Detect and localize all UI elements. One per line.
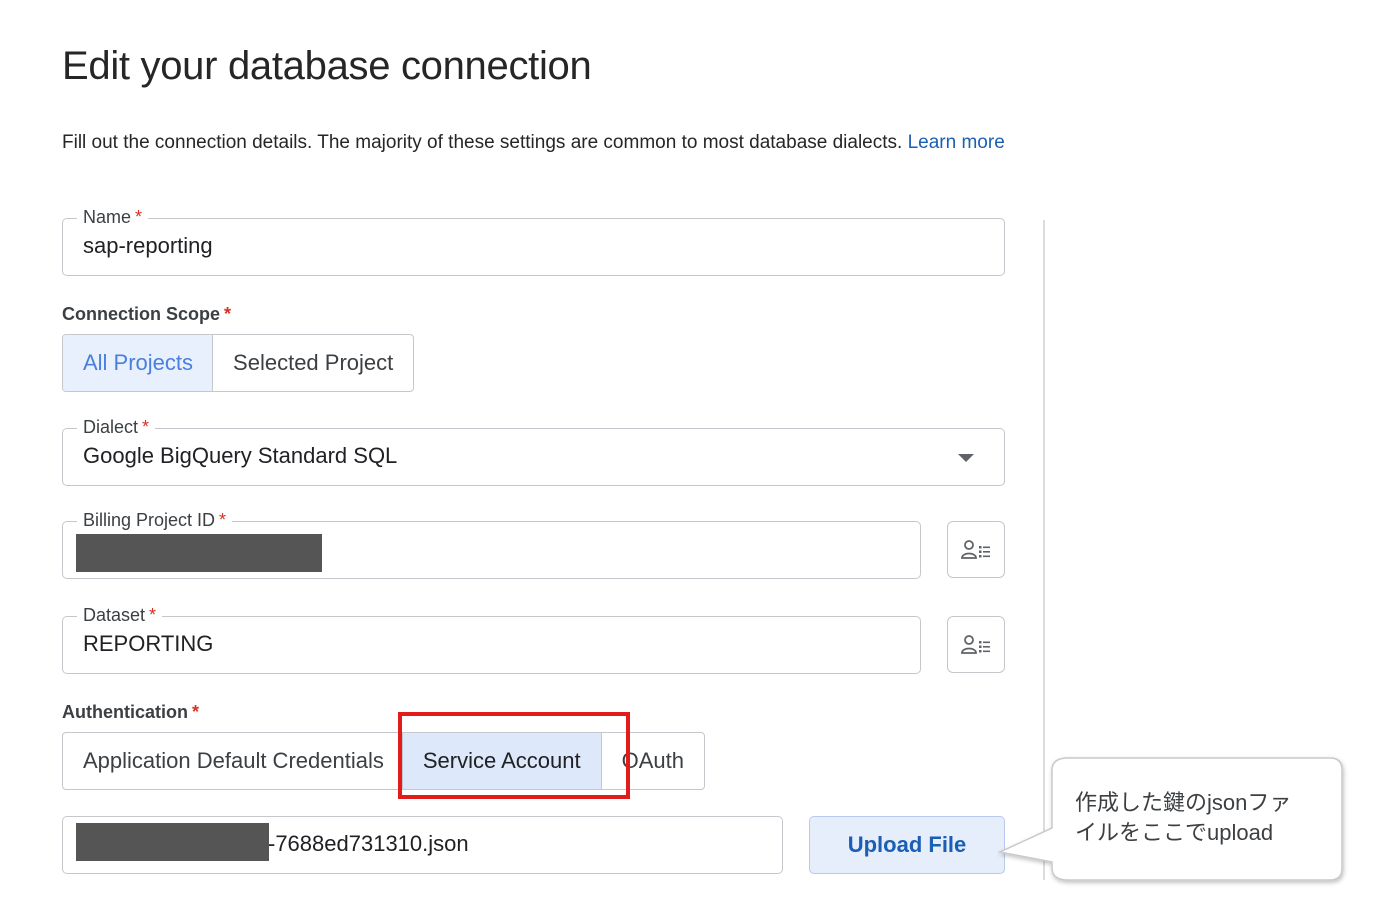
callout-bubble (997, 757, 1343, 881)
callout-text: 作成した鍵のjsonファ イルをここでupload (1075, 788, 1330, 848)
callout-line-1: 作成した鍵のjsonファ (1075, 790, 1292, 815)
callout-line-2: イルをここでupload (1075, 820, 1274, 845)
